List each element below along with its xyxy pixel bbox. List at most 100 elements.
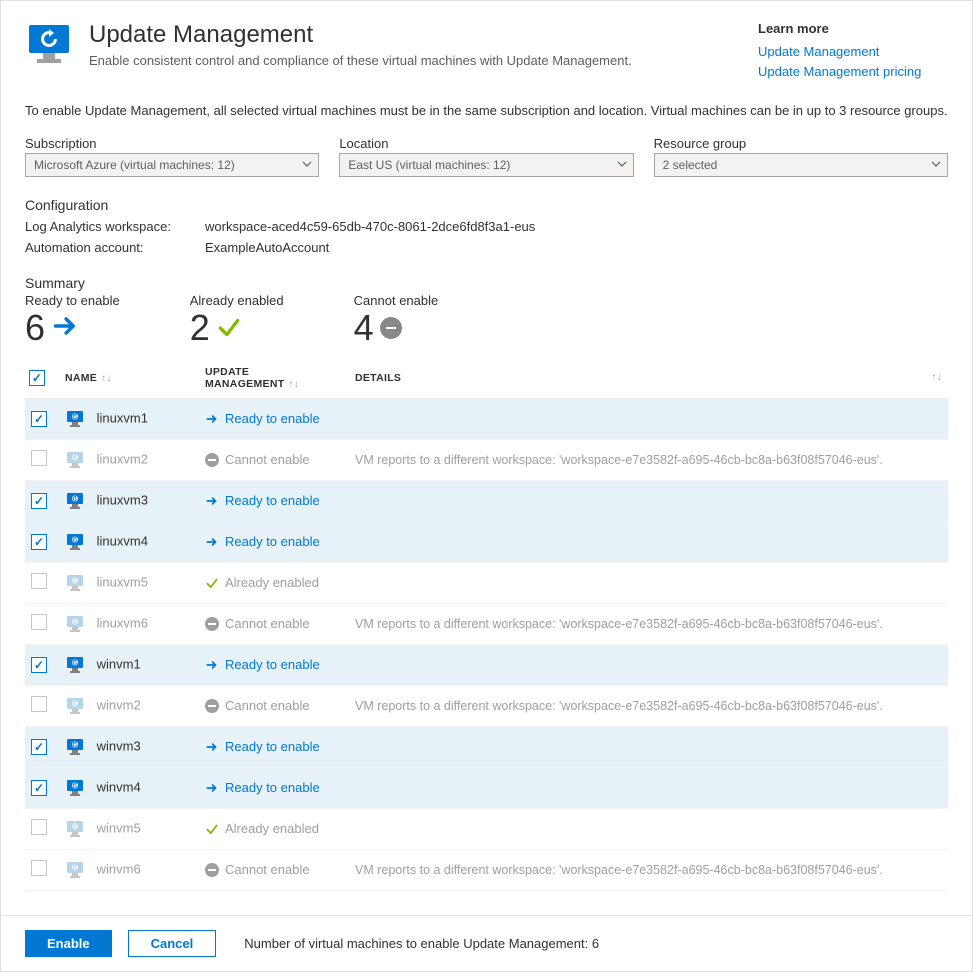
status-text: Ready to enable	[225, 534, 320, 549]
details-text: VM reports to a different workspace: 'wo…	[355, 863, 883, 877]
chevron-down-icon	[302, 158, 312, 172]
status-cell: Ready to enable	[199, 726, 349, 767]
row-checkbox	[31, 819, 47, 835]
location-value: East US (virtual machines: 12)	[348, 158, 510, 172]
status-text: Cannot enable	[225, 616, 310, 631]
status-text: Ready to enable	[225, 493, 320, 508]
vm-icon	[65, 532, 85, 552]
page-subtitle: Enable consistent control and compliance…	[89, 53, 758, 68]
vm-icon	[65, 737, 85, 757]
column-name[interactable]: NAME↑↓	[59, 358, 199, 399]
vm-name: linuxvm1	[97, 410, 148, 425]
summary-ready-label: Ready to enable	[25, 293, 120, 308]
page-title: Update Management	[89, 21, 758, 49]
config-value: ExampleAutoAccount	[205, 238, 329, 259]
table-row[interactable]: linuxvm6 Cannot enable VM reports to a d…	[25, 603, 948, 644]
config-key: Automation account:	[25, 238, 205, 259]
column-update-management[interactable]: UPDATE MANAGEMENT↑↓	[199, 358, 349, 399]
sort-icon: ↑↓	[97, 373, 112, 384]
status-text: Already enabled	[225, 575, 319, 590]
vm-name: linuxvm3	[97, 492, 148, 507]
sort-icon: ↑↓	[284, 379, 299, 390]
status-cell: Already enabled	[199, 808, 349, 849]
table-row[interactable]: linuxvm3 Ready to enable	[25, 480, 948, 521]
vm-name: winvm3	[97, 738, 141, 753]
table-row[interactable]: winvm1 Ready to enable	[25, 644, 948, 685]
row-checkbox[interactable]	[31, 493, 47, 509]
header: Update Management Enable consistent cont…	[1, 1, 972, 89]
status-cell: Ready to enable	[199, 480, 349, 521]
location-label: Location	[339, 136, 633, 151]
chevron-down-icon	[931, 158, 941, 172]
details-text: VM reports to a different workspace: 'wo…	[355, 699, 883, 713]
table-row[interactable]: linuxvm5 Already enabled	[25, 562, 948, 603]
cancel-button[interactable]: Cancel	[128, 930, 217, 957]
details-text: VM reports to a different workspace: 'wo…	[355, 617, 883, 631]
row-checkbox	[31, 860, 47, 876]
status-cell: Cannot enable	[199, 685, 349, 726]
status-text: Already enabled	[225, 821, 319, 836]
table-row[interactable]: winvm4 Ready to enable	[25, 767, 948, 808]
table-row[interactable]: linuxvm4 Ready to enable	[25, 521, 948, 562]
footer: Enable Cancel Number of virtual machines…	[1, 915, 972, 971]
subscription-value: Microsoft Azure (virtual machines: 12)	[34, 158, 235, 172]
status-text: Cannot enable	[225, 698, 310, 713]
footer-text: Number of virtual machines to enable Upd…	[244, 936, 599, 951]
subscription-label: Subscription	[25, 136, 319, 151]
row-checkbox[interactable]	[31, 739, 47, 755]
sort-icon: ↑↓	[927, 372, 942, 383]
summary-cannot-label: Cannot enable	[354, 293, 439, 308]
table-row[interactable]: winvm6 Cannot enable VM reports to a dif…	[25, 849, 948, 890]
dash-circle-icon	[205, 863, 219, 877]
vm-icon	[65, 491, 85, 511]
chevron-down-icon	[617, 158, 627, 172]
row-checkbox[interactable]	[31, 657, 47, 673]
enable-button[interactable]: Enable	[25, 930, 112, 957]
status-cell: Already enabled	[199, 562, 349, 603]
summary-ready-value: 6	[25, 310, 45, 346]
configuration-rows: Log Analytics workspace: workspace-aced4…	[1, 213, 972, 275]
vm-name: linuxvm4	[97, 533, 148, 548]
status-text: Ready to enable	[225, 780, 320, 795]
status-cell: Cannot enable	[199, 439, 349, 480]
row-checkbox[interactable]	[31, 411, 47, 427]
select-all-checkbox[interactable]	[29, 370, 45, 386]
resource-group-select[interactable]: 2 selected	[654, 153, 948, 177]
table-row[interactable]: winvm5 Already enabled	[25, 808, 948, 849]
vm-icon	[65, 778, 85, 798]
row-checkbox	[31, 450, 47, 466]
arrow-right-icon	[51, 310, 79, 346]
vm-icon	[65, 819, 85, 839]
table-row[interactable]: linuxvm1 Ready to enable	[25, 398, 948, 439]
summary-cannot-value: 4	[354, 310, 374, 346]
status-cell: Cannot enable	[199, 849, 349, 890]
vm-icon	[65, 409, 85, 429]
check-icon	[216, 310, 242, 346]
learn-more-link[interactable]: Update Management pricing	[758, 62, 948, 82]
resource-group-label: Resource group	[654, 136, 948, 151]
status-text: Ready to enable	[225, 657, 320, 672]
summary-already: Already enabled 2	[190, 293, 284, 346]
status-text: Ready to enable	[225, 411, 320, 426]
vm-icon	[65, 450, 85, 470]
vm-icon	[65, 655, 85, 675]
learn-more-title: Learn more	[758, 21, 948, 36]
vm-table: NAME↑↓ UPDATE MANAGEMENT↑↓ DETAILS↑↓ lin…	[25, 358, 948, 891]
learn-more-link[interactable]: Update Management	[758, 42, 948, 62]
info-line: To enable Update Management, all selecte…	[1, 89, 972, 136]
row-checkbox[interactable]	[31, 780, 47, 796]
subscription-select[interactable]: Microsoft Azure (virtual machines: 12)	[25, 153, 319, 177]
dash-circle-icon	[205, 617, 219, 631]
status-cell: Cannot enable	[199, 603, 349, 644]
vm-icon	[65, 696, 85, 716]
configuration-title: Configuration	[1, 197, 972, 213]
row-checkbox[interactable]	[31, 534, 47, 550]
table-row[interactable]: linuxvm2 Cannot enable VM reports to a d…	[25, 439, 948, 480]
column-details[interactable]: DETAILS↑↓	[349, 358, 948, 399]
summary: Summary Ready to enable 6 Already enable…	[1, 275, 972, 358]
status-text: Cannot enable	[225, 862, 310, 877]
table-row[interactable]: winvm2 Cannot enable VM reports to a dif…	[25, 685, 948, 726]
table-row[interactable]: winvm3 Ready to enable	[25, 726, 948, 767]
vm-name: linuxvm6	[97, 615, 148, 630]
location-select[interactable]: East US (virtual machines: 12)	[339, 153, 633, 177]
